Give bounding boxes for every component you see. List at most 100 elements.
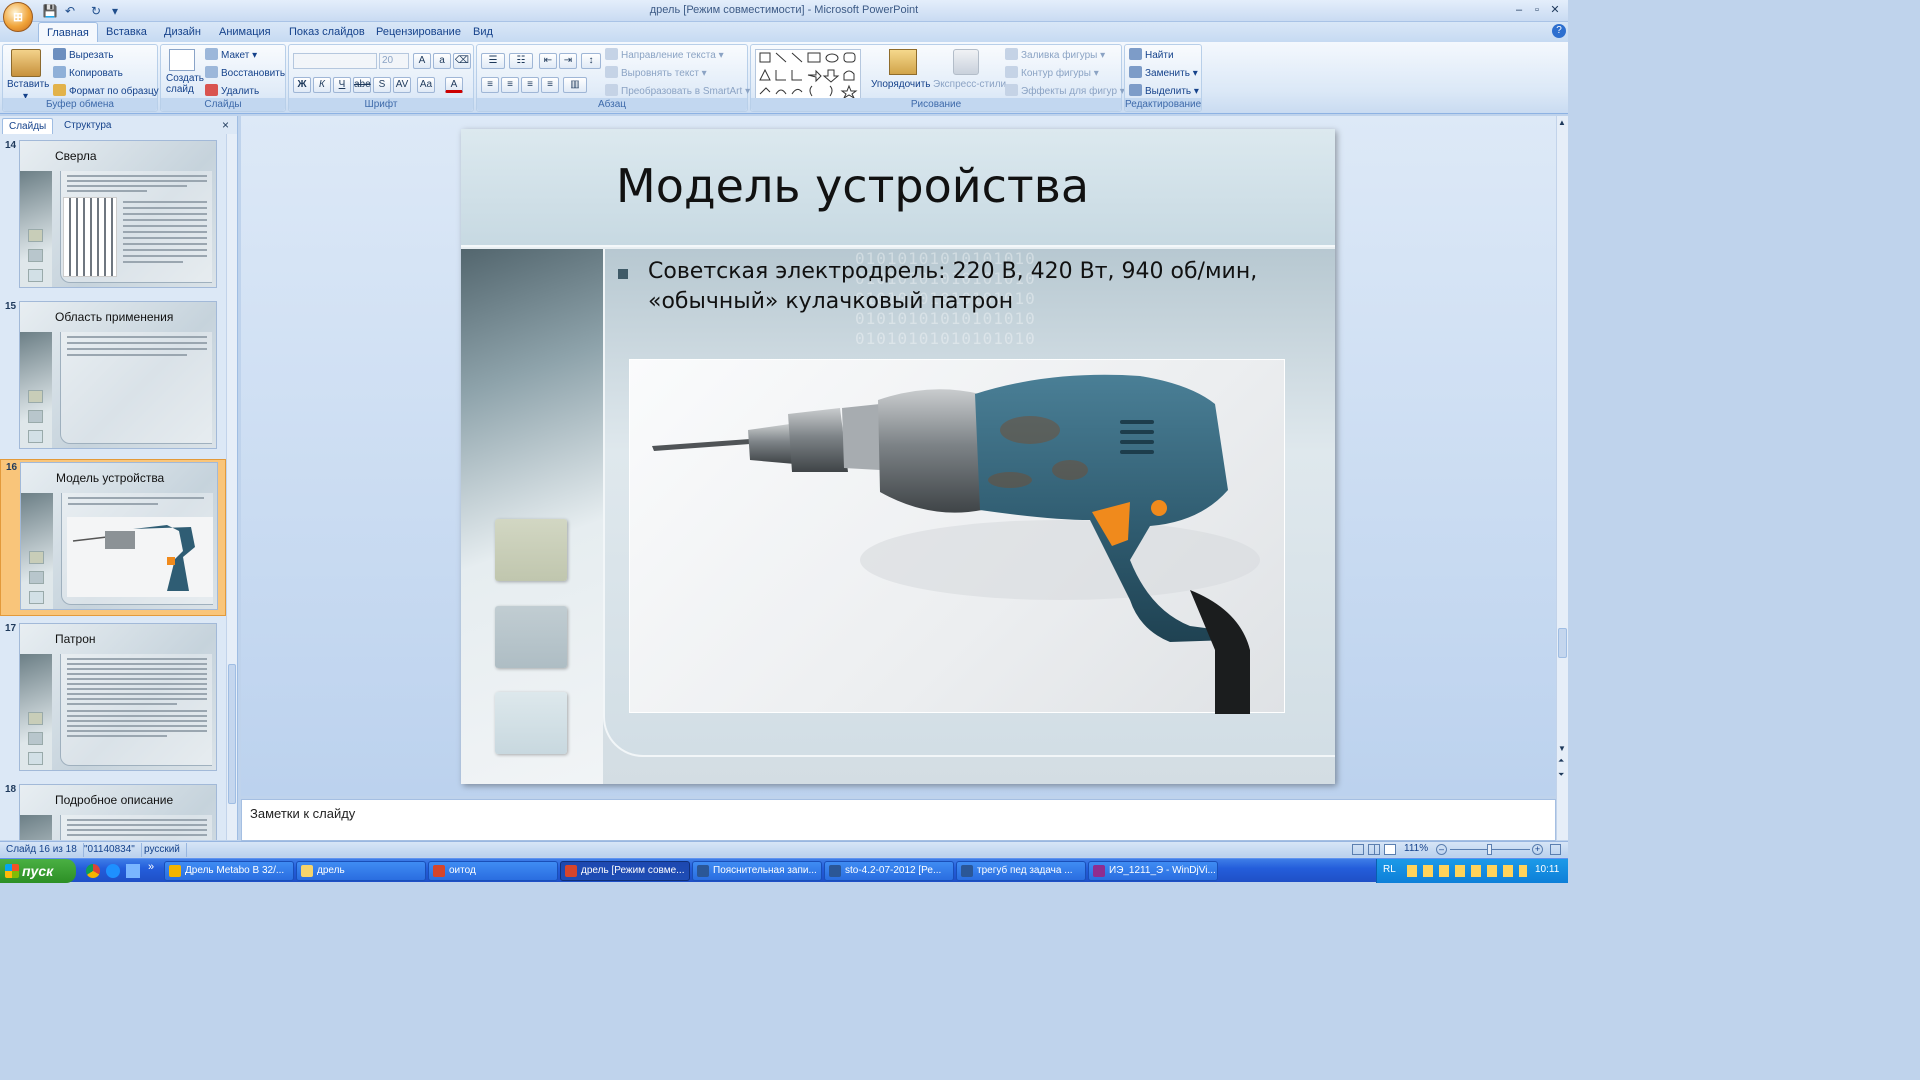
grow-font-icon[interactable]: A <box>413 53 431 69</box>
chrome-icon[interactable] <box>86 864 100 878</box>
slideshow-view-icon[interactable] <box>1384 844 1396 855</box>
align-left-icon[interactable]: ≡ <box>481 77 499 93</box>
thumbnails-scrollbar[interactable] <box>226 134 237 840</box>
notes-pane[interactable]: Заметки к слайду <box>241 799 1556 841</box>
increase-indent-icon[interactable]: ⇥ <box>559 53 577 69</box>
decrease-indent-icon[interactable]: ⇤ <box>539 53 557 69</box>
replace-button[interactable]: Заменить ▾ <box>1129 66 1198 82</box>
minimize-button[interactable]: – <box>1510 3 1528 17</box>
arrange-icon[interactable] <box>889 49 917 75</box>
tab-outline[interactable]: Структура <box>58 118 117 134</box>
italic-button[interactable]: К <box>313 77 331 93</box>
layout-button[interactable]: Макет ▾ <box>205 48 257 64</box>
align-right-icon[interactable]: ≡ <box>521 77 539 93</box>
slide-thumbnail-15[interactable]: 15 Область применения <box>0 299 226 456</box>
slide-canvas[interactable]: Модель устройства 01010101010101010 0101… <box>461 129 1335 784</box>
numbering-icon[interactable]: ☷ <box>509 53 533 69</box>
font-name-select[interactable] <box>293 53 377 69</box>
shape-outline-button[interactable]: Контур фигуры ▾ <box>1005 66 1099 82</box>
language-indicator[interactable]: RL <box>1383 864 1396 875</box>
slide-title[interactable]: Модель устройства <box>616 159 1089 213</box>
shape-fill-button[interactable]: Заливка фигуры ▾ <box>1005 48 1105 64</box>
tab-home[interactable]: Главная <box>38 22 98 42</box>
find-button[interactable]: Найти <box>1129 48 1174 64</box>
shadow-button[interactable]: S <box>373 77 391 93</box>
bullets-icon[interactable]: ☰ <box>481 53 505 69</box>
new-slide-button[interactable]: Создать слайд <box>166 73 206 95</box>
shrink-font-icon[interactable]: a <box>433 53 451 69</box>
text-direction-button[interactable]: Направление текста ▾ <box>605 48 724 64</box>
align-text-button[interactable]: Выровнять текст ▾ <box>605 66 707 82</box>
sorter-view-icon[interactable] <box>1368 844 1380 855</box>
taskbar-item[interactable]: ИЭ_1211_Э - WinDjVi... <box>1088 861 1218 881</box>
next-slide-icon[interactable]: ⏷ <box>1558 770 1564 779</box>
font-size-select[interactable]: 20 <box>379 53 409 69</box>
theme-name[interactable]: "01140834" <box>78 843 142 857</box>
line-spacing-icon[interactable]: ↕ <box>581 53 601 69</box>
taskbar-item[interactable]: Пояснительная запи... <box>692 861 822 881</box>
cut-button[interactable]: Вырезать <box>53 48 113 64</box>
spacing-button[interactable]: AV <box>393 77 411 93</box>
taskbar-item[interactable]: оитод <box>428 861 558 881</box>
shapes-gallery[interactable] <box>755 49 861 100</box>
justify-icon[interactable]: ≡ <box>541 77 559 93</box>
zoom-out-icon[interactable]: – <box>1436 844 1447 855</box>
zoom-level[interactable]: 111% <box>1404 843 1428 854</box>
case-button[interactable]: Aa <box>417 77 435 93</box>
columns-icon[interactable]: ▥ <box>563 77 587 93</box>
scroll-thumb[interactable] <box>1558 628 1567 658</box>
strikethrough-button[interactable]: abe <box>353 77 371 93</box>
align-center-icon[interactable]: ≡ <box>501 77 519 93</box>
tab-slideshow[interactable]: Показ слайдов <box>281 22 373 42</box>
quick-styles-button[interactable]: Экспресс-стили <box>933 77 1006 93</box>
slide-thumbnail-16[interactable]: 16 Модель устройства <box>0 459 226 616</box>
slide-thumbnail-18[interactable]: 18 Подробное описание <box>0 782 226 840</box>
taskbar-item-active[interactable]: дрель [Режим совме... <box>560 861 690 881</box>
scroll-thumb[interactable] <box>228 664 236 804</box>
scroll-up-icon[interactable]: ▲ <box>1558 118 1566 127</box>
underline-button[interactable]: Ч <box>333 77 351 93</box>
prev-slide-icon[interactable]: ⏶ <box>1558 756 1564 765</box>
slide-thumbnail-17[interactable]: 17 Патрон <box>0 621 226 778</box>
tab-design[interactable]: Дизайн <box>156 22 209 42</box>
slide-scrollbar[interactable]: ▲ ▼ ⏶ ⏷ <box>1556 116 1568 840</box>
notes-placeholder[interactable]: Заметки к слайду <box>250 806 355 821</box>
arrange-button[interactable]: Упорядочить <box>871 77 931 93</box>
help-icon[interactable]: ? <box>1552 24 1566 38</box>
tray-icons[interactable] <box>1407 865 1527 877</box>
taskbar-item[interactable]: sto-4.2-07-2012 [Ре... <box>824 861 954 881</box>
paste-button[interactable]: Вставить <box>7 77 49 93</box>
reset-button[interactable]: Восстановить <box>205 66 285 82</box>
copy-button[interactable]: Копировать <box>53 66 123 82</box>
taskbar-item[interactable]: трегуб пед задача ... <box>956 861 1086 881</box>
close-button[interactable]: ✕ <box>1546 3 1564 17</box>
maximize-button[interactable]: ▫ <box>1528 3 1546 17</box>
ie-icon[interactable] <box>106 864 120 878</box>
font-color-button[interactable]: A <box>445 77 463 93</box>
tab-review[interactable]: Рецензирование <box>368 22 469 42</box>
slide-thumbnail-14[interactable]: 14 Сверла <box>0 138 226 295</box>
paste-icon[interactable] <box>11 49 41 77</box>
quicklaunch-more-icon[interactable]: » <box>148 861 154 873</box>
tab-view[interactable]: Вид <box>465 22 501 42</box>
drill-photo[interactable] <box>629 359 1285 714</box>
normal-view-icon[interactable] <box>1352 844 1364 855</box>
tab-insert[interactable]: Вставка <box>98 22 155 42</box>
new-slide-icon[interactable] <box>169 49 195 71</box>
taskbar-item[interactable]: дрель <box>296 861 426 881</box>
scroll-down-icon[interactable]: ▼ <box>1558 744 1566 753</box>
zoom-in-icon[interactable]: + <box>1532 844 1543 855</box>
start-button[interactable]: пуск <box>0 859 76 883</box>
tab-animation[interactable]: Анимация <box>211 22 279 42</box>
language-indicator[interactable]: русский <box>138 843 187 857</box>
zoom-thumb[interactable] <box>1487 844 1492 855</box>
tab-slides[interactable]: Слайды <box>2 118 54 134</box>
taskbar-item[interactable]: Дрель Metabo B 32/... <box>164 861 294 881</box>
close-panel-icon[interactable]: × <box>222 118 229 132</box>
fit-slide-icon[interactable] <box>1550 844 1561 855</box>
bold-button[interactable]: Ж <box>293 77 311 93</box>
office-button[interactable]: ⊞ <box>3 2 33 32</box>
bullet-text[interactable]: Советская электродрель: 220 В, 420 Вт, 9… <box>648 257 1288 317</box>
clear-format-icon[interactable]: ⌫ <box>453 53 471 69</box>
quick-styles-icon[interactable] <box>953 49 979 75</box>
